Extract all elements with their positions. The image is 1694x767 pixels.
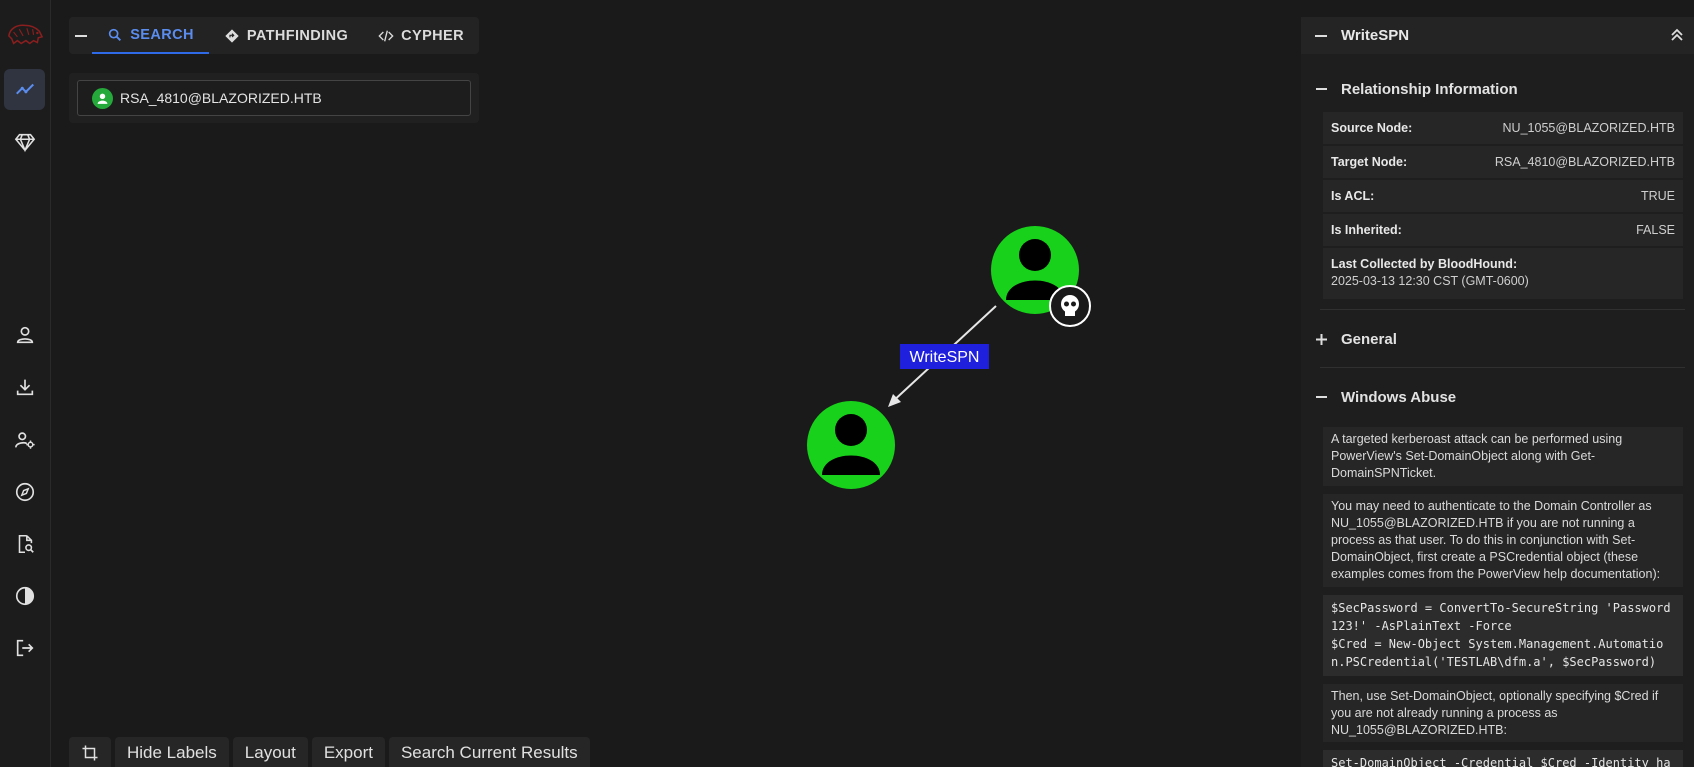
user-settings-icon[interactable] [4, 419, 45, 460]
last-collected-row: Last Collected by BloodHound: 2025-03-13… [1323, 248, 1683, 299]
user-icon[interactable] [4, 314, 45, 355]
minus-icon [1315, 88, 1327, 90]
abuse-paragraph-3: Then, use Set-DomainObject, optionally s… [1323, 684, 1683, 742]
target-node-value: RSA_4810@BLAZORIZED.HTB [1494, 155, 1675, 169]
crop-button[interactable] [69, 737, 111, 767]
tab-pathfinding-label: PATHFINDING [246, 27, 349, 44]
relationship-info-header[interactable]: Relationship Information [1301, 68, 1694, 110]
panel-header: WriteSPN [1301, 17, 1694, 54]
is-inherited-value: FALSE [1636, 223, 1675, 237]
is-acl-value: TRUE [1640, 189, 1675, 203]
target-node-row: Target Node: RSA_4810@BLAZORIZED.HTB [1323, 146, 1683, 178]
search-current-results-button[interactable]: Search Current Results [388, 737, 590, 767]
expand-panel-button[interactable] [1670, 28, 1684, 47]
tab-cypher-label: CYPHER [401, 27, 464, 44]
tab-cypher[interactable]: CYPHER [363, 17, 479, 54]
skull-icon [1049, 285, 1091, 327]
app-root: SEARCH PATHFINDING CYPHER RSA_4810@BLAZO… [0, 0, 1694, 767]
windows-abuse-title: Windows Abuse [1341, 388, 1457, 406]
minus-icon [1315, 34, 1327, 37]
crop-icon [82, 745, 98, 761]
minus-icon [1315, 396, 1327, 398]
last-collected-label: Last Collected by BloodHound: [1331, 257, 1518, 271]
code-icon [378, 30, 394, 41]
export-button[interactable]: Export [311, 737, 385, 767]
abuse-paragraph-2: You may need to authenticate to the Doma… [1323, 494, 1683, 587]
graph-canvas[interactable]: WriteSPN [52, 60, 1300, 720]
source-node-row: Source Node: NU_1055@BLAZORIZED.HTB [1323, 112, 1683, 144]
edge-label-text: WriteSPN [910, 349, 980, 366]
code-block-set-domainobject[interactable]: Set-DomainObject -Credential $Cred -Iden… [1323, 750, 1683, 767]
relationship-info-title: Relationship Information [1341, 80, 1518, 98]
collapse-panel-button[interactable] [1301, 34, 1341, 37]
general-header[interactable]: General [1301, 318, 1694, 360]
collapse-search-button[interactable] [69, 17, 92, 54]
graph-toolbar: Hide Labels Layout Export Search Current… [69, 737, 590, 767]
is-acl-label: Is ACL: [1331, 189, 1375, 203]
abuse-paragraph-1: A targeted kerberoast attack can be perf… [1323, 427, 1683, 486]
logout-icon[interactable] [4, 627, 45, 668]
compass-icon[interactable] [4, 471, 45, 512]
diamond-route-icon [225, 28, 239, 43]
left-navigation-rail [0, 0, 51, 767]
target-node-label: Target Node: [1331, 155, 1408, 169]
search-icon [109, 28, 122, 41]
is-inherited-row: Is Inherited: FALSE [1323, 214, 1683, 246]
source-node-value: NU_1055@BLAZORIZED.HTB [1502, 121, 1675, 135]
section-divider [1320, 367, 1685, 368]
is-inherited-label: Is Inherited: [1331, 223, 1402, 237]
is-acl-row: Is ACL: TRUE [1323, 180, 1683, 212]
last-collected-value: 2025-03-13 12:30 CST (GMT-0600) [1331, 274, 1529, 288]
graph-node-target[interactable] [807, 401, 895, 489]
code-block-credential[interactable]: $SecPassword = ConvertTo-SecureString 'P… [1323, 595, 1683, 676]
entity-info-panel: WriteSPN Relationship Information Source… [1301, 17, 1694, 767]
search-tabs-card: SEARCH PATHFINDING CYPHER [69, 17, 479, 54]
panel-title: WriteSPN [1341, 27, 1410, 44]
section-divider [1320, 309, 1685, 310]
explore-icon[interactable] [4, 69, 45, 110]
download-icon[interactable] [4, 366, 45, 407]
general-title: General [1341, 330, 1397, 348]
source-node-label: Source Node: [1331, 121, 1413, 135]
edge-label[interactable]: WriteSPN [900, 344, 989, 369]
hide-labels-button[interactable]: Hide Labels [115, 737, 229, 767]
file-search-icon[interactable] [4, 523, 45, 564]
gem-icon[interactable] [4, 121, 45, 162]
windows-abuse-header[interactable]: Windows Abuse [1301, 376, 1694, 418]
double-chevron-up-icon [1671, 28, 1683, 41]
tab-search[interactable]: SEARCH [92, 17, 209, 54]
tab-pathfinding[interactable]: PATHFINDING [209, 17, 363, 54]
plus-icon [1315, 333, 1327, 345]
graph-node-source[interactable] [991, 226, 1091, 327]
theme-contrast-icon[interactable] [4, 575, 45, 616]
bloodhound-logo-icon[interactable] [6, 16, 44, 50]
layout-button[interactable]: Layout [232, 737, 308, 767]
minus-icon [74, 34, 87, 37]
tab-search-label: SEARCH [130, 26, 194, 43]
